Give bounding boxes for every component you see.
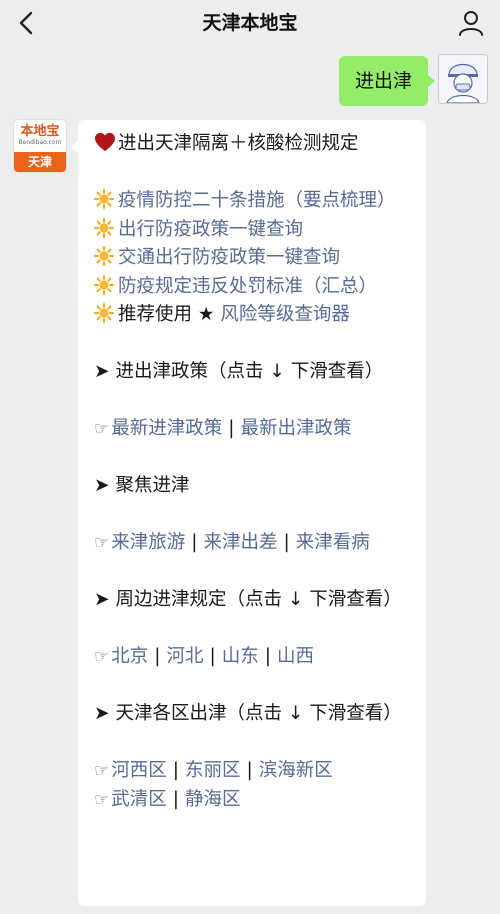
chevron-left-icon: [19, 11, 33, 35]
page-title: 天津本地宝: [202, 12, 298, 34]
section-heading: ➤ 进出津政策（点击 ↓ 下滑查看）: [94, 358, 414, 387]
separator: |: [283, 532, 290, 553]
person-icon: [459, 11, 483, 36]
separator: |: [209, 646, 216, 667]
business-trip-link[interactable]: 来津出差: [204, 532, 278, 553]
policy-item-4-text[interactable]: 防疫规定违反处罚标准（汇总）: [118, 276, 377, 297]
outgoing-message: 进出津: [338, 54, 488, 106]
right-arrowhead-icon: ➤: [94, 589, 110, 610]
jinghai-district-link[interactable]: 静海区: [185, 789, 241, 810]
user-avatar[interactable]: [438, 54, 488, 104]
binhai-new-area-link[interactable]: 滨海新区: [259, 760, 333, 781]
link-row: ☞ 来津旅游 | 来津出差 | 来津看病: [94, 529, 414, 558]
policy-item-1-text[interactable]: 疫情防控二十条措施（要点梳理）: [118, 190, 396, 211]
section-heading-text: 周边进津规定（点击 ↓ 下滑查看）: [115, 589, 402, 610]
policy-item-2[interactable]: 出行防疫政策一键查询: [94, 216, 414, 245]
policy-item-3[interactable]: 交通出行防疫政策一键查询: [94, 244, 414, 273]
pointing-hand-icon: ☞: [94, 419, 110, 439]
avatar-logo: 本地宝 Bendibao.com: [14, 120, 66, 152]
outgoing-bubble[interactable]: 进出津: [338, 56, 436, 106]
exit-policy-link[interactable]: 最新出津政策: [241, 418, 352, 439]
account-avatar[interactable]: 本地宝 Bendibao.com 天津: [14, 120, 66, 172]
headline-row: 进出天津隔离＋核酸检测规定: [94, 130, 414, 159]
section-heading: ➤ 周边进津规定（点击 ↓ 下滑查看）: [94, 586, 414, 615]
shandong-link[interactable]: 山东: [222, 646, 259, 667]
back-button[interactable]: [10, 6, 44, 40]
avatar-site-text: Bendibao.com: [18, 139, 62, 146]
recommend-row: 推荐使用 ★ 风险等级查询器: [94, 301, 414, 330]
risk-level-query-link[interactable]: 风险等级查询器: [220, 304, 350, 325]
sun-icon: [94, 189, 114, 209]
hexi-district-link[interactable]: 河西区: [111, 760, 167, 781]
wuqing-district-link[interactable]: 武清区: [111, 789, 167, 810]
right-arrowhead-icon: ➤: [94, 475, 110, 496]
recommend-label: 推荐使用 ★: [118, 304, 215, 325]
separator: |: [172, 760, 179, 781]
separator: |: [228, 418, 235, 439]
link-row: ☞ 武清区 | 静海区: [94, 786, 414, 815]
beijing-link[interactable]: 北京: [111, 646, 148, 667]
section-heading-text: 进出津政策（点击 ↓ 下滑查看）: [115, 361, 384, 382]
policy-item-1[interactable]: 疫情防控二十条措施（要点梳理）: [94, 187, 414, 216]
link-row: ☞ 北京 | 河北 | 山东 | 山西: [94, 643, 414, 672]
separator: |: [172, 788, 179, 810]
sun-icon: [94, 217, 114, 238]
red-heart-icon: [95, 132, 115, 152]
section-heading: ➤ 天津各区出津（点击 ↓ 下滑查看）: [94, 700, 414, 729]
sun-icon: [94, 246, 114, 266]
policy-item-4[interactable]: 防疫规定违反处罚标准（汇总）: [94, 273, 414, 302]
right-arrowhead-icon: ➤: [94, 703, 110, 724]
pointing-hand-icon: ☞: [94, 789, 110, 810]
tourism-link[interactable]: 来津旅游: [111, 532, 185, 553]
separator: |: [191, 532, 198, 553]
pointing-hand-icon: ☞: [94, 647, 110, 667]
policy-item-3-text[interactable]: 交通出行防疫政策一键查询: [118, 247, 340, 268]
pointing-hand-icon: ☞: [94, 761, 110, 781]
link-row: ☞ 最新进津政策 | 最新出津政策: [94, 415, 414, 444]
shanxi-link[interactable]: 山西: [277, 646, 314, 667]
link-row: ☞ 河西区 | 东丽区 | 滨海新区: [94, 757, 414, 786]
sun-icon: [94, 274, 114, 295]
hebei-link[interactable]: 河北: [167, 646, 204, 667]
separator: |: [246, 760, 253, 781]
avatar-city-label: 天津: [14, 152, 66, 172]
right-arrowhead-icon: ➤: [94, 361, 110, 382]
top-bar: 天津本地宝: [0, 0, 500, 46]
section-heading-text: 聚焦进津: [115, 475, 190, 496]
medical-visit-link[interactable]: 来津看病: [296, 532, 370, 553]
incoming-message: 进出天津隔离＋核酸检测规定 疫情防控二十条措施（要点梳理） 出行防疫政策一键查询…: [71, 120, 426, 906]
separator: |: [154, 646, 161, 667]
pointing-hand-icon: ☞: [94, 533, 110, 553]
section-heading: ➤ 聚焦进津: [94, 472, 414, 501]
avatar-brand-text: 本地宝: [20, 124, 60, 139]
profile-button[interactable]: [454, 6, 488, 40]
policy-item-2-text[interactable]: 出行防疫政策一键查询: [118, 219, 303, 240]
headline-text: 进出天津隔离＋核酸检测规定: [118, 133, 359, 154]
section-heading-text: 天津各区出津（点击 ↓ 下滑查看）: [115, 703, 402, 724]
sun-icon: [94, 303, 114, 323]
separator: |: [264, 646, 271, 667]
entry-policy-link[interactable]: 最新进津政策: [111, 418, 222, 439]
dongli-district-link[interactable]: 东丽区: [185, 760, 241, 781]
cartoon-avatar-icon: [439, 55, 487, 103]
